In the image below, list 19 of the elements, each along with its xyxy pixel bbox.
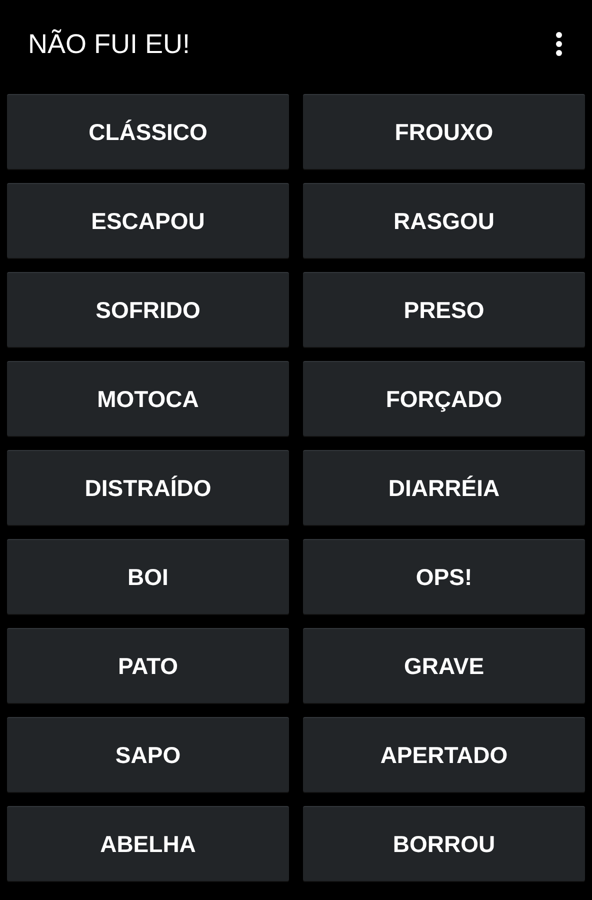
sound-button[interactable]: PATO xyxy=(7,628,289,703)
sound-button[interactable]: SAPO xyxy=(7,717,289,792)
sound-button[interactable]: ESCAPOU xyxy=(7,183,289,258)
sound-button[interactable]: DIARRÉIA xyxy=(303,450,585,525)
sound-button[interactable]: RASGOU xyxy=(303,183,585,258)
sound-button[interactable]: GRAVE xyxy=(303,628,585,703)
sound-button[interactable]: APERTADO xyxy=(303,717,585,792)
sound-button[interactable]: DISTRAÍDO xyxy=(7,450,289,525)
sound-button[interactable]: FROUXO xyxy=(303,94,585,169)
app-title: NÃO FUI EU! xyxy=(28,28,190,61)
sound-button[interactable]: MOTOCA xyxy=(7,361,289,436)
sound-button[interactable]: ABELHA xyxy=(7,806,289,881)
sound-button[interactable]: BORROU xyxy=(303,806,585,881)
sound-button[interactable]: CLÁSSICO xyxy=(7,94,289,169)
sound-button[interactable]: OPS! xyxy=(303,539,585,614)
sound-button[interactable]: SOFRIDO xyxy=(7,272,289,347)
sound-button[interactable]: FORÇADO xyxy=(303,361,585,436)
sound-button[interactable]: BOI xyxy=(7,539,289,614)
sound-button[interactable]: PRESO xyxy=(303,272,585,347)
